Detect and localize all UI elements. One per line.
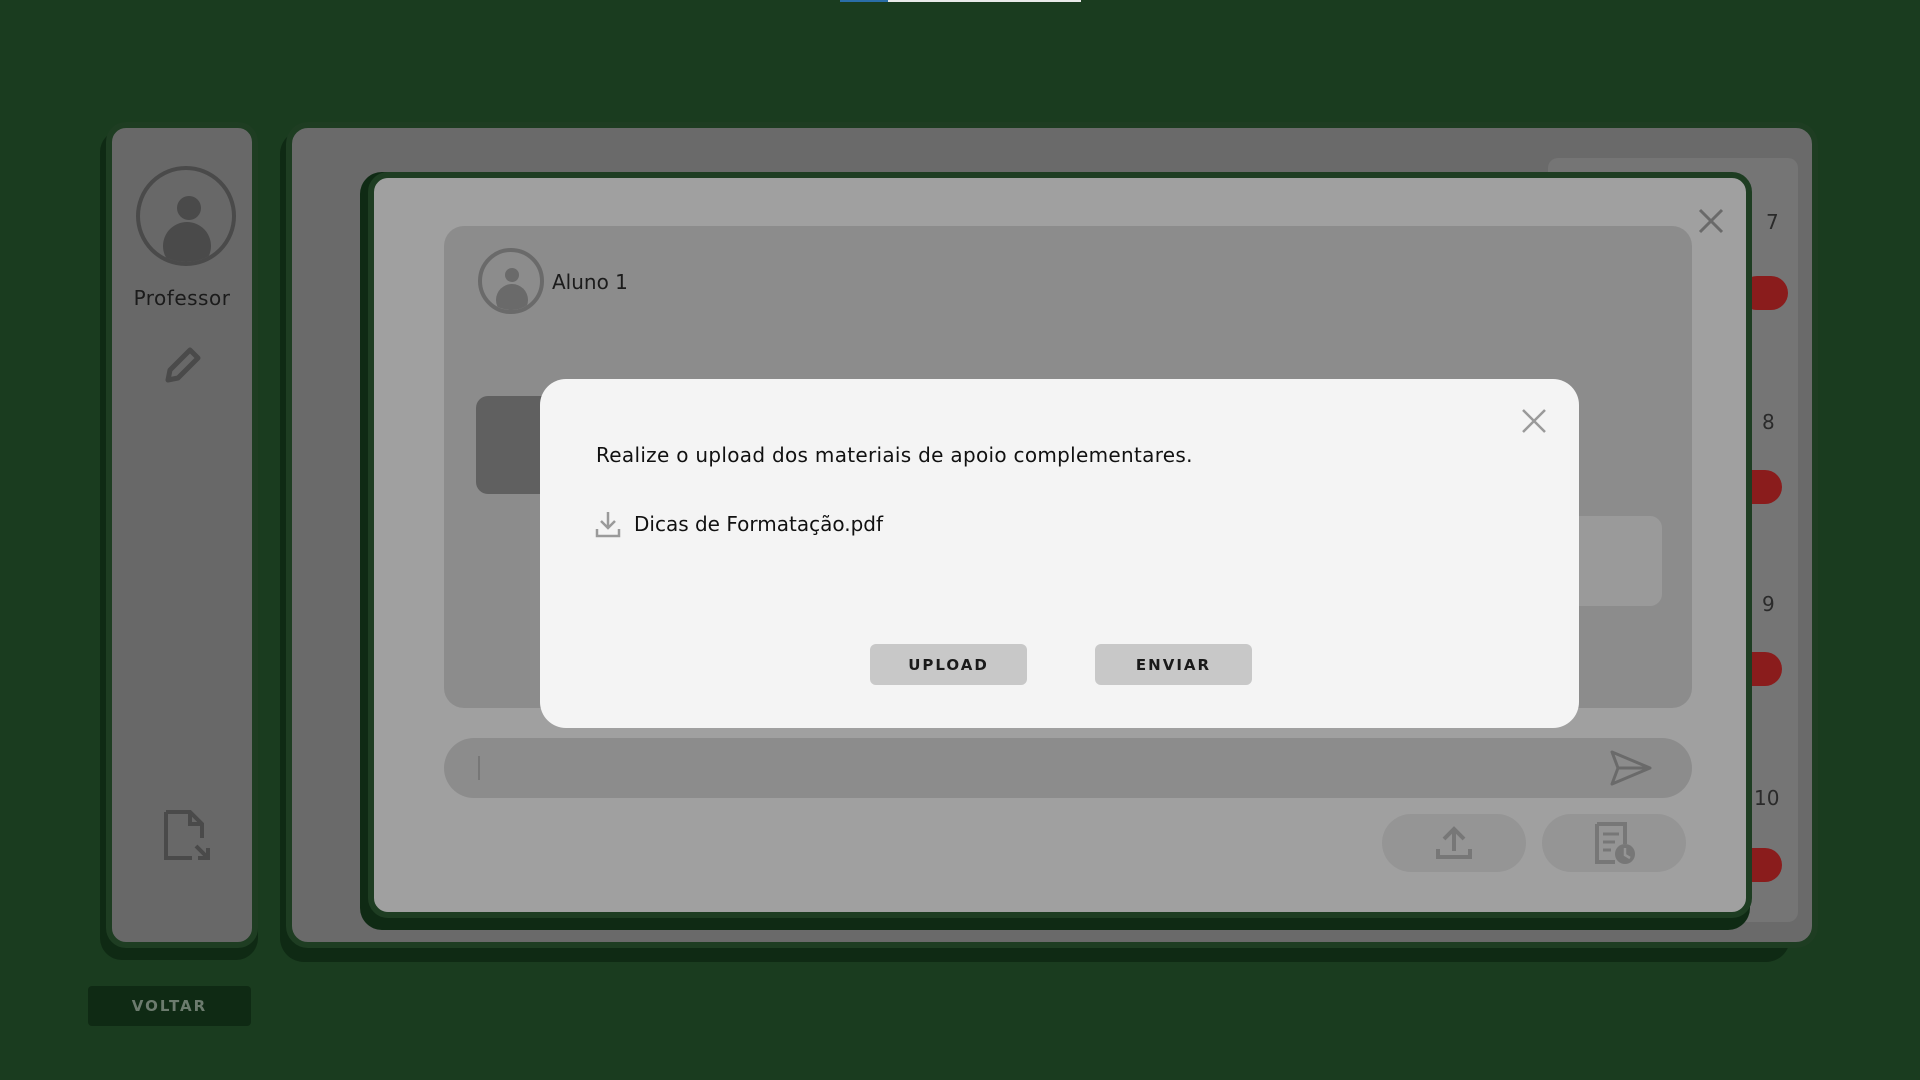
pencil-icon[interactable]: [160, 342, 206, 388]
file-item[interactable]: Dicas de Formatação.pdf: [594, 509, 883, 539]
send-icon[interactable]: [1608, 748, 1654, 788]
avatar-head: [177, 196, 201, 220]
download-icon[interactable]: [594, 509, 622, 539]
upload-button[interactable]: UPLOAD: [870, 644, 1027, 685]
avatar-head: [505, 268, 519, 282]
send-button[interactable]: ENVIAR: [1095, 644, 1252, 685]
right-column-number: 10: [1754, 786, 1780, 810]
avatar-body: [163, 222, 211, 262]
close-icon[interactable]: [1520, 407, 1548, 435]
user-name: Professor: [133, 286, 231, 310]
upload-icon: [1436, 826, 1472, 859]
report-history-button[interactable]: [1542, 814, 1686, 872]
file-name: Dicas de Formatação.pdf: [634, 512, 884, 536]
close-icon[interactable]: [1696, 206, 1726, 236]
right-column-number: 8: [1762, 410, 1775, 434]
avatar: [136, 166, 236, 266]
right-column-number: 7: [1766, 210, 1779, 234]
upload-dialog: Realize o upload dos materiais de apoio …: [540, 379, 1579, 728]
right-column-number: 9: [1762, 592, 1775, 616]
message-input[interactable]: [444, 738, 1692, 798]
top-progress-bar: [840, 0, 1081, 2]
top-progress-fill: [840, 0, 888, 2]
student-name: Aluno 1: [552, 270, 628, 294]
back-button[interactable]: VOLTAR: [88, 986, 251, 1026]
dialog-message: Realize o upload dos materiais de apoio …: [596, 443, 1193, 467]
file-export-icon[interactable]: [162, 808, 212, 862]
student-avatar: [478, 248, 544, 314]
sidebar: Professor: [106, 122, 258, 948]
text-caret: [478, 756, 480, 780]
report-clock-icon: [1595, 822, 1635, 864]
avatar-body: [496, 284, 528, 310]
upload-button[interactable]: [1382, 814, 1526, 872]
